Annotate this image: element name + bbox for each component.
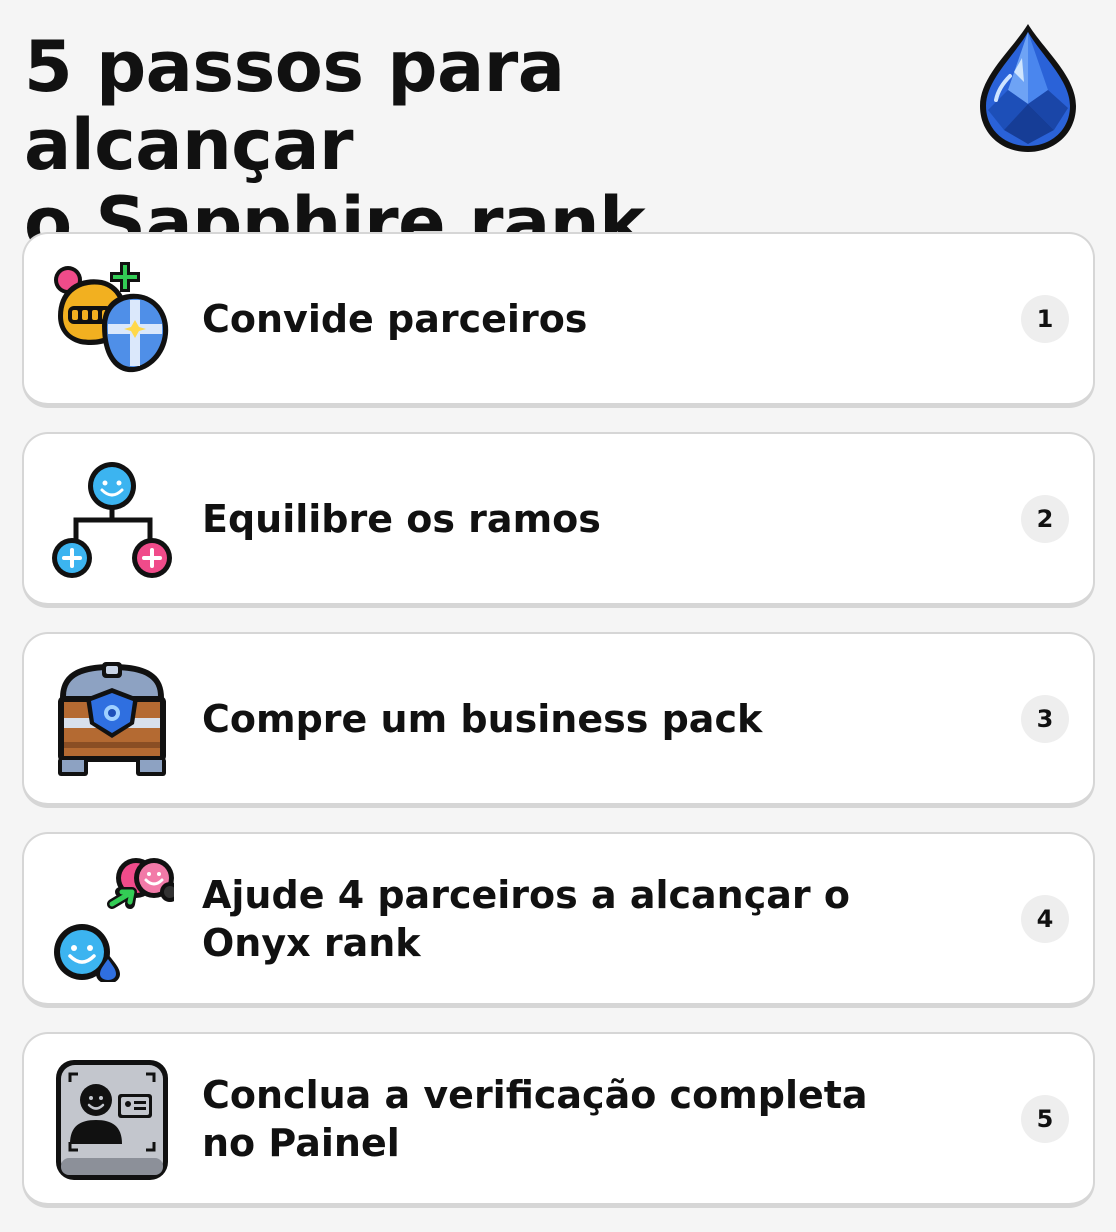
step-number-badge-1: 1 bbox=[1021, 294, 1069, 343]
treasure-chest-icon bbox=[50, 658, 174, 782]
step-label-5: Conclua a verificação completa no Painel bbox=[202, 1072, 868, 1165]
step-card-3[interactable]: Compre um business pack 3 bbox=[22, 632, 1095, 808]
page-title: 5 passos para alcançar o Sapphire rank bbox=[24, 28, 904, 262]
step-card-1[interactable]: Convide parceiros 1 bbox=[22, 232, 1095, 408]
step-card-2[interactable]: Equilibre os ramos 2 bbox=[22, 432, 1095, 608]
step-label-1: Convide parceiros bbox=[202, 296, 588, 341]
step-label-2: Equilibre os ramos bbox=[202, 496, 601, 541]
step-label-4: Ajude 4 parceiros a alcançar o Onyx rank bbox=[202, 872, 850, 965]
steps-list: Convide parceiros 1 Equilibre os ramos 2 bbox=[22, 232, 1095, 1232]
step-number-badge-5: 5 bbox=[1021, 1094, 1069, 1143]
page-title-line-1: 5 passos para alcançar bbox=[24, 26, 565, 186]
step-number-badge-4: 4 bbox=[1021, 894, 1069, 943]
id-verification-icon bbox=[50, 1058, 174, 1182]
sapphire-gem-icon bbox=[974, 20, 1082, 156]
help-partners-rank-icon bbox=[50, 858, 180, 984]
branches-tree-icon bbox=[50, 458, 174, 582]
step-card-4[interactable]: Ajude 4 parceiros a alcançar o Onyx rank… bbox=[22, 832, 1095, 1008]
step-label-3: Compre um business pack bbox=[202, 696, 763, 741]
step-card-5[interactable]: Conclua a verificação completa no Painel… bbox=[22, 1032, 1095, 1208]
partners-helmets-icon bbox=[50, 258, 174, 382]
step-number-badge-2: 2 bbox=[1021, 494, 1069, 543]
step-number-badge-3: 3 bbox=[1021, 694, 1069, 743]
page-header: 5 passos para alcançar o Sapphire rank bbox=[24, 28, 904, 262]
